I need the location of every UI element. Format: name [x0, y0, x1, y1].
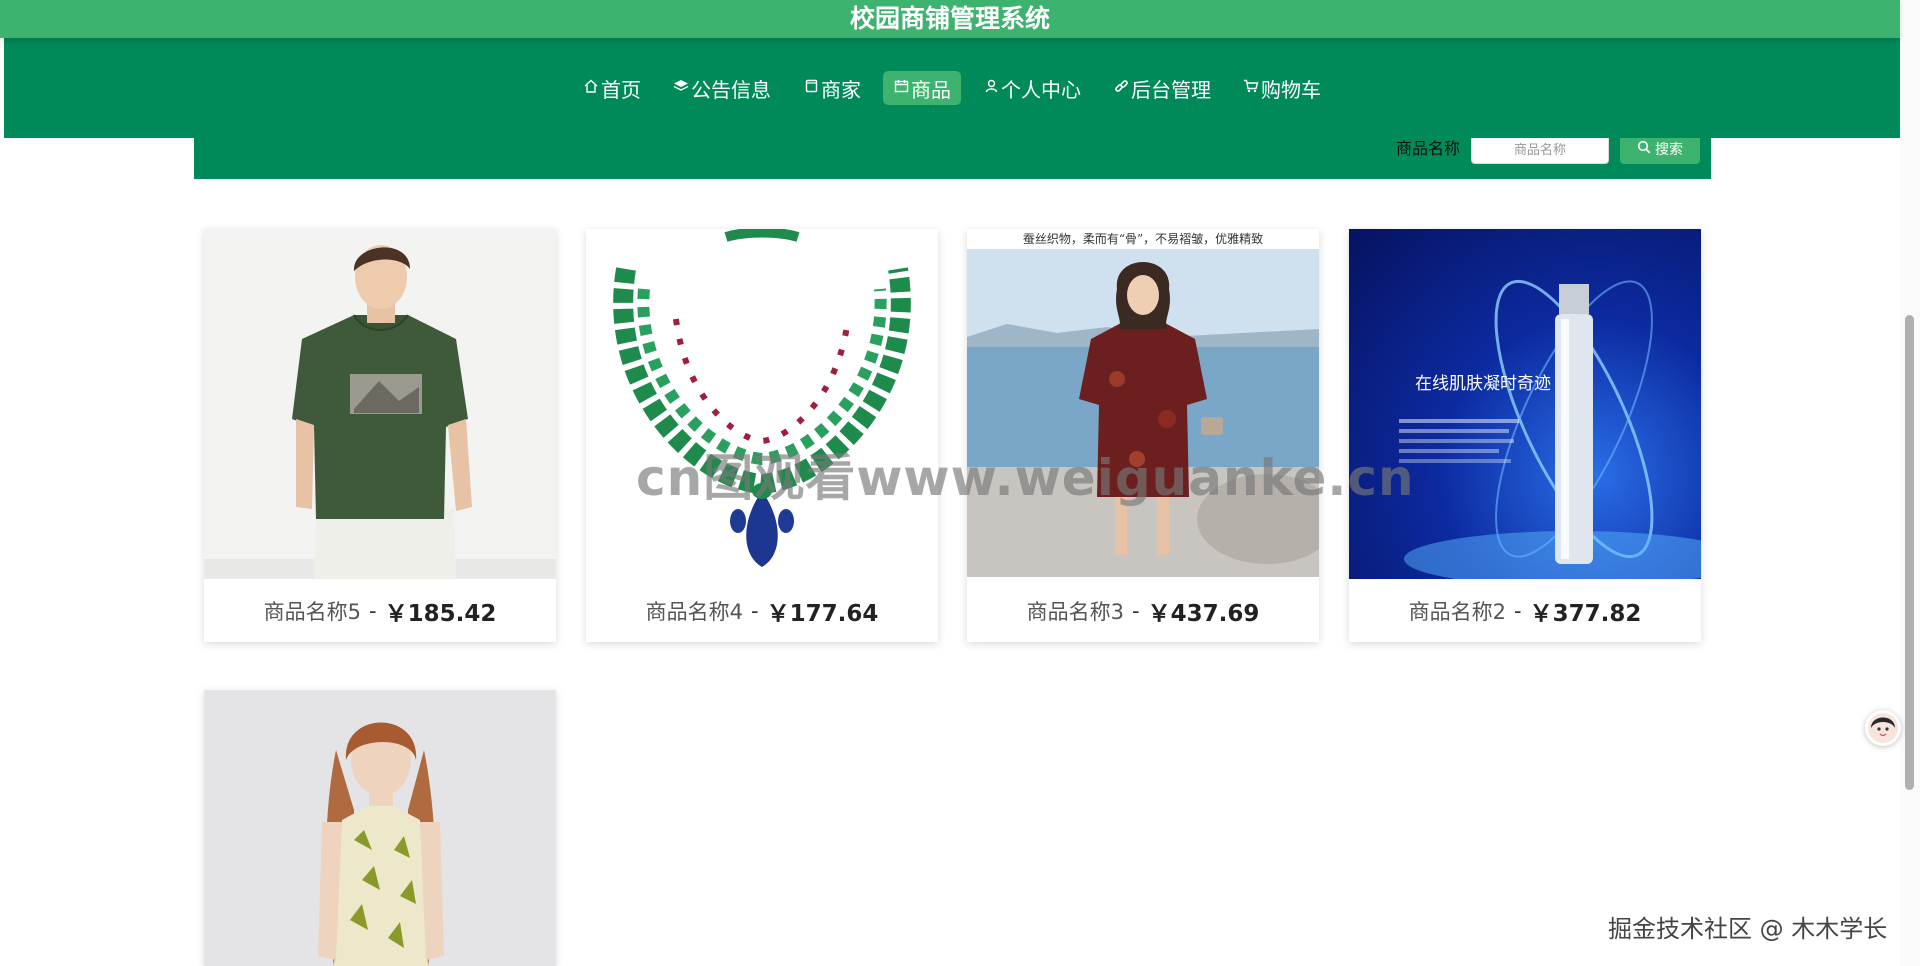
nav-item-cart[interactable]: 购物车: [1233, 71, 1331, 105]
nav-label: 首页: [601, 77, 641, 102]
main-nav: 首页 公告信息 商家 商品 个人中心 后台管理 购物车: [4, 38, 1900, 138]
price-separator: -: [369, 598, 377, 623]
product-card[interactable]: 商品名称4 - ￥177.64: [586, 229, 938, 642]
product-card[interactable]: 在线肌肤凝时奇迹 商品名称2 - ￥377.82: [1349, 229, 1701, 642]
search-label: 商品名称: [1396, 139, 1461, 158]
product-caption: 商品名称4 - ￥177.64: [586, 579, 938, 642]
nav-label: 商家: [821, 77, 861, 102]
layers-icon: [673, 79, 689, 97]
nav-item-home[interactable]: 首页: [573, 71, 651, 105]
product-image: [204, 229, 556, 579]
product-caption: 商品名称3 - ￥437.69: [967, 579, 1319, 642]
search-bar: 商品名称 搜索: [194, 134, 1711, 179]
search-input[interactable]: [1471, 134, 1609, 164]
nav-list: 首页 公告信息 商家 商品 个人中心 后台管理 购物车: [4, 71, 1900, 105]
price-separator: -: [1132, 598, 1140, 623]
image-promo-text: 在线肌肤凝时奇迹: [1415, 374, 1551, 394]
nav-item-notices[interactable]: 公告信息: [663, 71, 781, 105]
nav-item-products[interactable]: 商品: [883, 71, 961, 105]
nav-label: 后台管理: [1131, 77, 1211, 102]
assistant-avatar-icon[interactable]: [1865, 710, 1901, 746]
home-icon: [583, 79, 599, 97]
user-icon: [983, 79, 999, 97]
nav-item-merchants[interactable]: 商家: [793, 71, 871, 105]
app-title: 校园商铺管理系统: [0, 0, 1900, 38]
nav-label: 个人中心: [1001, 77, 1081, 102]
product-image: [586, 229, 938, 579]
calendar-icon: [893, 79, 909, 97]
footer-attribution: 掘金技术社区 @ 木木学长: [1608, 915, 1888, 943]
store-icon: [803, 79, 819, 97]
nav-label: 购物车: [1261, 77, 1321, 102]
product-image: 在线肌肤凝时奇迹: [1349, 229, 1701, 579]
product-price: ￥177.64: [766, 600, 879, 627]
product-name: 商品名称4: [645, 599, 744, 624]
search-button-label: 搜索: [1655, 142, 1683, 158]
product-image: [204, 690, 556, 966]
product-price: ￥377.82: [1529, 600, 1642, 627]
nav-label: 商品: [911, 77, 951, 102]
product-name: 商品名称5: [263, 599, 362, 624]
product-image: 蚕丝织物，柔而有“骨”，不易褶皱，优雅精致: [967, 229, 1319, 579]
nav-item-profile[interactable]: 个人中心: [973, 71, 1091, 105]
product-caption: 商品名称5 - ￥185.42: [204, 579, 556, 642]
product-price: ￥437.69: [1147, 600, 1260, 627]
product-card[interactable]: 蚕丝织物，柔而有“骨”，不易褶皱，优雅精致 商品名称3 - ￥437.69: [967, 229, 1319, 642]
nav-item-admin[interactable]: 后台管理: [1103, 71, 1221, 105]
product-card[interactable]: [204, 690, 556, 966]
price-separator: -: [751, 598, 759, 623]
product-name: 商品名称3: [1026, 599, 1125, 624]
product-name: 商品名称2: [1408, 599, 1507, 624]
scrollbar-thumb[interactable]: [1905, 315, 1914, 790]
search-button[interactable]: 搜索: [1620, 134, 1700, 164]
search-icon: [1637, 140, 1651, 158]
link-icon: [1113, 79, 1129, 98]
cart-icon: [1243, 79, 1259, 97]
nav-label: 公告信息: [691, 77, 771, 102]
price-separator: -: [1514, 598, 1522, 623]
product-card[interactable]: 商品名称5 - ￥185.42: [204, 229, 556, 642]
product-caption: 商品名称2 - ￥377.82: [1349, 579, 1701, 642]
product-price: ￥185.42: [384, 600, 497, 627]
